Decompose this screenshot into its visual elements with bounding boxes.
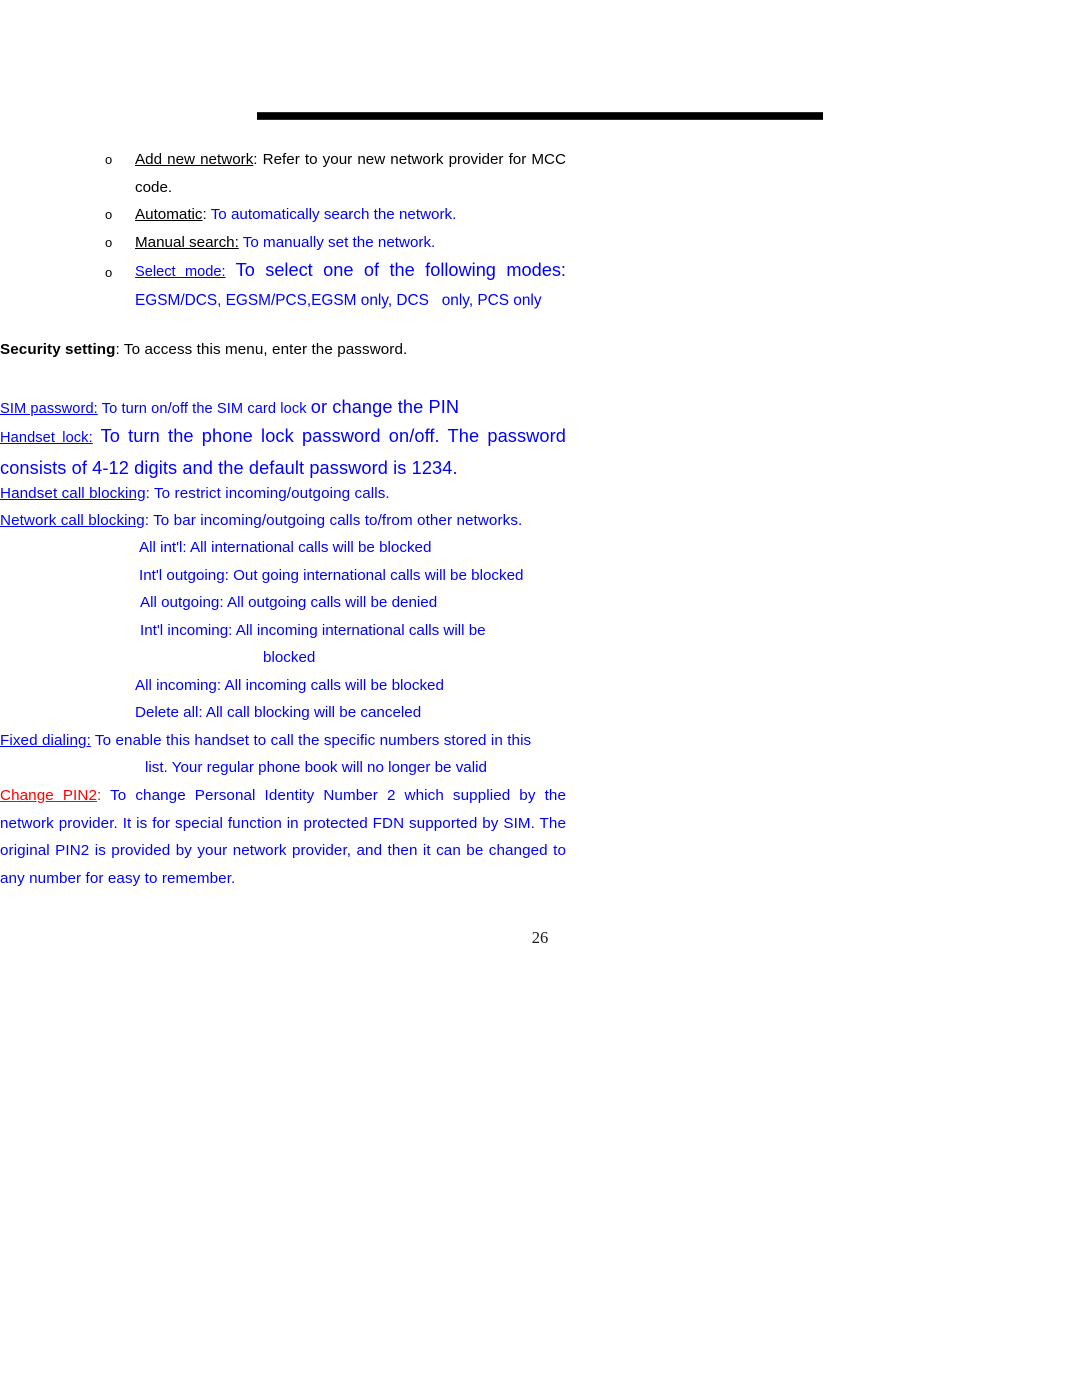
security-setting-label: Security setting — [0, 341, 116, 358]
list-item-text: Select mode: To select one of the follow… — [135, 256, 566, 287]
call-blocking-option-all-outgoing: All outgoing: All outgoing calls will be… — [140, 594, 438, 611]
term-description-small: To turn on/off the SIM card lock — [97, 401, 311, 417]
page-number: 26 — [531, 928, 549, 947]
term-separator — [226, 260, 236, 280]
entry-fixed-dialing: Fixed dialing: To enable this handset to… — [0, 727, 566, 755]
call-blocking-option-delete-all: Delete all: All call blocking will be ca… — [135, 704, 422, 721]
term-description: : To restrict incoming/outgoing calls. — [145, 485, 390, 502]
call-blocking-option-all-intl: All int'l: All international calls will … — [139, 539, 432, 556]
call-blocking-option-intl-incoming: Int'l incoming: All incoming internation… — [140, 622, 486, 639]
term-separator: : — [202, 206, 211, 223]
document-page: o Add new network: Refer to your new net… — [0, 0, 1080, 1397]
entry-sim-password: SIM password: To turn on/off the SIM car… — [0, 394, 566, 424]
entry-handset-call-blocking: Handset call blocking: To restrict incom… — [0, 480, 566, 508]
term-label: Handset lock: — [0, 430, 93, 446]
bullet-circle-icon: o — [105, 265, 113, 280]
security-setting-heading: Security setting: To access this menu, e… — [0, 336, 566, 364]
call-blocking-option-intl-incoming-continued: blocked — [263, 649, 316, 666]
list-item-text: Automatic: To automatically search the n… — [135, 201, 566, 229]
header-divider-rule — [257, 112, 823, 120]
bullet-circle-icon: o — [105, 207, 113, 222]
entry-network-call-blocking: Network call blocking: To bar incoming/o… — [0, 507, 566, 535]
select-mode-options: EGSM/DCS, EGSM/PCS,EGSM only, DCS only, … — [135, 292, 542, 309]
term-label: SIM password: — [0, 401, 98, 417]
entry-handset-lock: Handset lock: To turn the phone lock pas… — [0, 422, 566, 483]
term-label: Add new network — [135, 151, 254, 168]
term-description: To manually set the network. — [242, 234, 436, 251]
entry-change-pin2: Change PIN2: To change Personal Identity… — [0, 782, 566, 892]
term-description: To enable this handset to call the speci… — [90, 732, 532, 749]
bullet-circle-icon: o — [105, 152, 113, 167]
security-setting-rest: : To access this menu, enter the passwor… — [115, 341, 408, 358]
call-blocking-option-all-incoming: All incoming: All incoming calls will be… — [135, 677, 444, 694]
term-separator: : — [253, 151, 263, 168]
term-label: Manual search: — [135, 234, 239, 251]
list-item-manual-search: o Manual search: To manually set the net… — [105, 229, 566, 257]
term-label: Change PIN2 — [0, 787, 97, 804]
call-blocking-option-intl-outgoing: Int'l outgoing: Out going international … — [139, 567, 524, 584]
bullet-circle-icon: o — [105, 235, 113, 250]
term-label: Network call blocking — [0, 512, 145, 529]
term-description: : To bar incoming/outgoing calls to/from… — [144, 512, 523, 529]
term-label: Select mode: — [135, 264, 226, 280]
term-label: Fixed dialing: — [0, 732, 91, 749]
list-item-add-new-network: o Add new network: Refer to your new net… — [105, 146, 566, 201]
term-description: To automatically search the network. — [210, 206, 457, 223]
term-description-large: or change the PIN — [310, 397, 460, 417]
term-label: Automatic — [135, 206, 203, 223]
list-item-text: Add new network: Refer to your new netwo… — [135, 146, 566, 201]
list-item-text: Manual search: To manually set the netwo… — [135, 229, 566, 257]
list-item-automatic: o Automatic: To automatically search the… — [105, 201, 566, 229]
term-description: To select one of the following modes: — [235, 260, 566, 280]
term-label: Handset call blocking — [0, 485, 146, 502]
list-item-select-mode: o Select mode: To select one of the foll… — [105, 256, 566, 314]
fixed-dialing-continued: list. Your regular phone book will no lo… — [145, 759, 487, 776]
